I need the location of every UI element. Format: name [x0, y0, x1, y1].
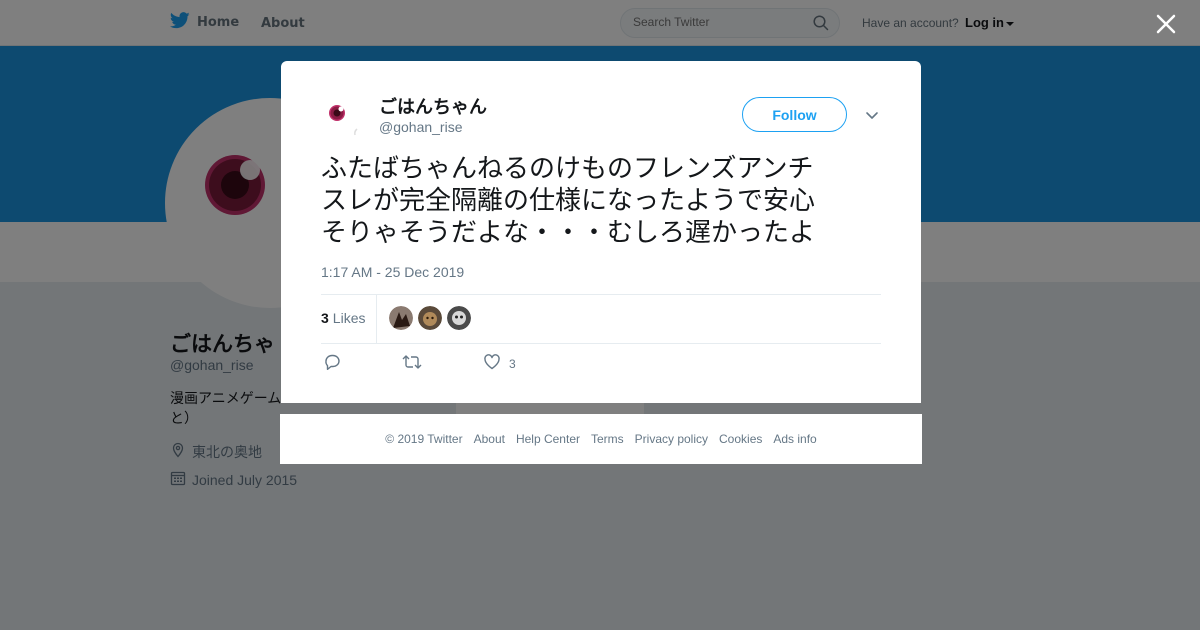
tweet-timestamp[interactable]: 1:17 AM - 25 Dec 2019 [321, 264, 464, 280]
footer-copyright: © 2019 Twitter [385, 432, 463, 446]
liker-avatar[interactable] [447, 306, 471, 330]
liker-avatars [389, 306, 471, 330]
eye-avatar-icon [321, 105, 369, 143]
reply-button[interactable] [323, 353, 341, 375]
modal-footer: © 2019 Twitter About Help Center Terms P… [280, 414, 922, 464]
footer-link-help-center[interactable]: Help Center [516, 432, 580, 446]
like-button[interactable]: 3 [483, 353, 516, 375]
tweet-text: ふたばちゃんねるのけものフレンズアンチ スレが完全隔離の仕様になったようで安心 … [321, 153, 881, 249]
close-icon[interactable] [1154, 12, 1178, 36]
follow-button[interactable]: Follow [742, 97, 847, 132]
liker-avatar[interactable] [418, 306, 442, 330]
footer-link-cookies[interactable]: Cookies [719, 432, 762, 446]
stats-divider [376, 295, 377, 343]
tweet-author-avatar[interactable] [321, 95, 369, 143]
likes-label: Likes [332, 310, 366, 326]
reply-icon [323, 353, 341, 375]
tweet-actions: 3 [321, 353, 881, 377]
tweet-stats: 3 Likes [321, 294, 881, 344]
retweet-icon [402, 353, 422, 375]
liker-avatar[interactable] [389, 306, 413, 330]
tweet-text-line: ふたばちゃんねるのけものフレンズアンチ [321, 154, 814, 184]
retweet-button[interactable] [402, 353, 422, 375]
tweet-author-handle[interactable]: @gohan_rise [379, 119, 463, 135]
footer-link-about[interactable]: About [474, 432, 505, 446]
tweet-text-line: そりゃそうだよな・・・むしろ遅かったよ [321, 218, 816, 248]
chevron-down-icon[interactable] [864, 107, 880, 123]
like-count: 3 [509, 357, 516, 371]
tweet-modal: ごはんちゃん @gohan_rise Follow ふたばちゃんねるのけものフレ… [281, 61, 921, 403]
heart-icon [483, 353, 501, 375]
tweet-text-line: スレが完全隔離の仕様になったようで安心 [321, 186, 816, 216]
footer-link-terms[interactable]: Terms [591, 432, 624, 446]
tweet-author-name[interactable]: ごはんちゃん [379, 93, 487, 119]
likes-count: 3 [321, 310, 329, 326]
footer-link-ads-info[interactable]: Ads info [773, 432, 816, 446]
footer-link-privacy[interactable]: Privacy policy [635, 432, 708, 446]
likes-stat[interactable]: 3 Likes [321, 310, 365, 326]
